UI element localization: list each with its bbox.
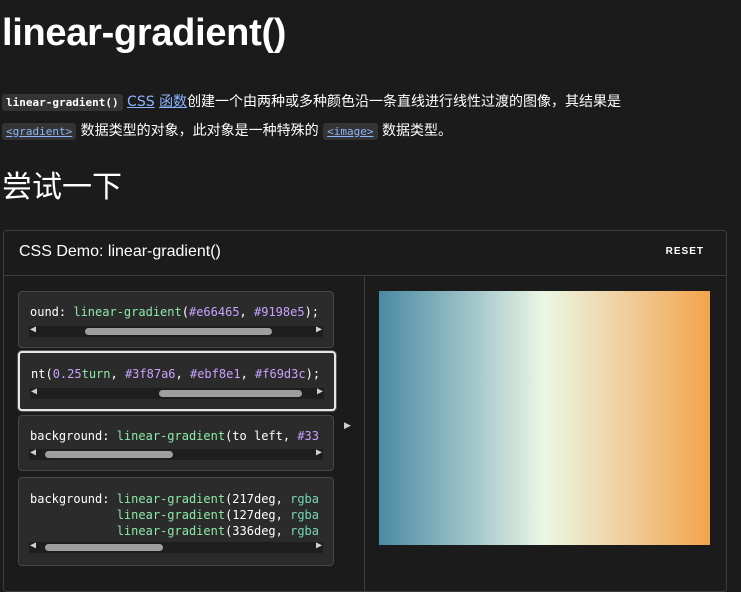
css-link[interactable]: CSS: [127, 94, 155, 110]
demo-output-preview: [379, 291, 710, 545]
selected-pointer-icon: ▶: [344, 421, 351, 431]
code-token: (127deg,: [225, 508, 291, 522]
demo-header: CSS Demo: linear-gradient() RESET: [4, 231, 726, 276]
code-token: (to left,: [225, 429, 298, 443]
code-token: background:: [30, 429, 117, 443]
code-token: ,: [175, 367, 190, 381]
scroll-left-icon[interactable]: ◀: [30, 324, 36, 335]
scrollbar-thumb[interactable]: [45, 544, 163, 551]
code-line: background: linear-gradient(to left, #33: [30, 429, 319, 444]
reset-button[interactable]: RESET: [666, 246, 704, 257]
scroll-left-icon[interactable]: ◀: [31, 386, 37, 397]
code-token: linear-gradient: [116, 429, 226, 443]
code-token: ,: [240, 367, 256, 381]
code-line: background: linear-gradient(217deg, rgba: [30, 492, 319, 507]
scroll-left-icon[interactable]: ◀: [30, 447, 36, 458]
code-token: turn: [81, 367, 111, 381]
code-token: linear-gradient: [73, 305, 182, 319]
scroll-left-icon[interactable]: ◀: [30, 540, 36, 551]
scroll-right-icon[interactable]: ▶: [316, 447, 322, 458]
code-token: ,: [239, 305, 254, 319]
intro-text-3: 数据类型。: [377, 123, 452, 139]
horizontal-scrollbar[interactable]: ◀ ▶: [30, 386, 324, 399]
horizontal-scrollbar[interactable]: ◀ ▶: [29, 447, 323, 460]
scroll-right-icon[interactable]: ▶: [316, 324, 322, 335]
code-token: #33: [297, 429, 320, 443]
code-token: rgba: [290, 492, 320, 506]
page-title: linear-gradient(): [2, 12, 287, 54]
code-choice-3[interactable]: background: linear-gradient(to left, #33…: [18, 415, 334, 471]
scroll-right-icon[interactable]: ▶: [316, 540, 322, 551]
code-token: #ebf8e1: [189, 367, 241, 381]
code-line: ound: linear-gradient(#e66465, #9198e5);: [30, 305, 319, 320]
code-token: #f69d3c: [255, 367, 306, 381]
code-token: (217deg,: [225, 492, 291, 506]
intro-text-2: 数据类型的对象，此对象是一种特殊的: [76, 123, 324, 139]
code-line: nt(0.25turn, #3f87a6, #ebf8e1, #f69d3c);: [31, 367, 320, 382]
intro-text-1: 创建一个由两种或多种颜色沿一条直线进行线性过渡的图像，其结果是: [187, 94, 622, 110]
scrollbar-thumb[interactable]: [45, 451, 173, 458]
code-choices-pane: ound: linear-gradient(#e66465, #9198e5);…: [4, 276, 365, 591]
code-token: nt(: [31, 367, 53, 381]
code-token: #9198e5: [254, 305, 305, 319]
code-token: background:: [30, 492, 117, 506]
code-choice-4[interactable]: background: linear-gradient(217deg, rgba…: [18, 477, 334, 566]
code-token: (336deg,: [225, 524, 291, 538]
try-it-heading: 尝试一下: [2, 170, 122, 205]
css-demo-panel: CSS Demo: linear-gradient() RESET ound: …: [3, 230, 727, 592]
code-token: rgba: [290, 508, 320, 522]
code-token: 0.25: [52, 367, 82, 381]
code-token: linear-gradient: [116, 492, 226, 506]
horizontal-scrollbar[interactable]: ◀ ▶: [29, 540, 323, 553]
code-line: linear-gradient(336deg, rgba: [30, 524, 319, 539]
code-token: #e66465: [188, 305, 240, 319]
code-token: );: [304, 305, 320, 319]
code-token: );: [305, 367, 321, 381]
gradient-type-code: <gradient>: [2, 123, 77, 140]
scroll-right-icon[interactable]: ▶: [317, 386, 323, 397]
image-type-link[interactable]: <image>: [323, 123, 378, 140]
code-token: linear-gradient: [116, 508, 226, 522]
code-token: rgba: [290, 524, 320, 538]
function-link[interactable]: 函数: [159, 94, 187, 110]
image-type-code: <image>: [323, 123, 378, 140]
code-token: (: [181, 305, 189, 319]
code-token: #3f87a6: [124, 367, 176, 381]
code-line: linear-gradient(127deg, rgba: [30, 508, 319, 523]
code-choice-1[interactable]: ound: linear-gradient(#e66465, #9198e5);…: [18, 291, 334, 348]
gradient-type-link[interactable]: <gradient>: [2, 123, 77, 140]
intro-function-code: linear-gradient(): [2, 94, 123, 111]
scrollbar-thumb[interactable]: [159, 390, 302, 397]
demo-title: CSS Demo: linear-gradient(): [19, 243, 221, 260]
code-choice-2[interactable]: nt(0.25turn, #3f87a6, #ebf8e1, #f69d3c);…: [18, 351, 336, 411]
intro-paragraph: linear-gradient() CSS 函数创建一个由两种或多种颜色沿一条直…: [2, 88, 732, 146]
code-token: ,: [110, 367, 125, 381]
code-token: ound:: [30, 305, 74, 319]
horizontal-scrollbar[interactable]: ◀ ▶: [29, 324, 323, 337]
scrollbar-thumb[interactable]: [85, 328, 272, 335]
code-token: linear-gradient: [116, 524, 226, 538]
